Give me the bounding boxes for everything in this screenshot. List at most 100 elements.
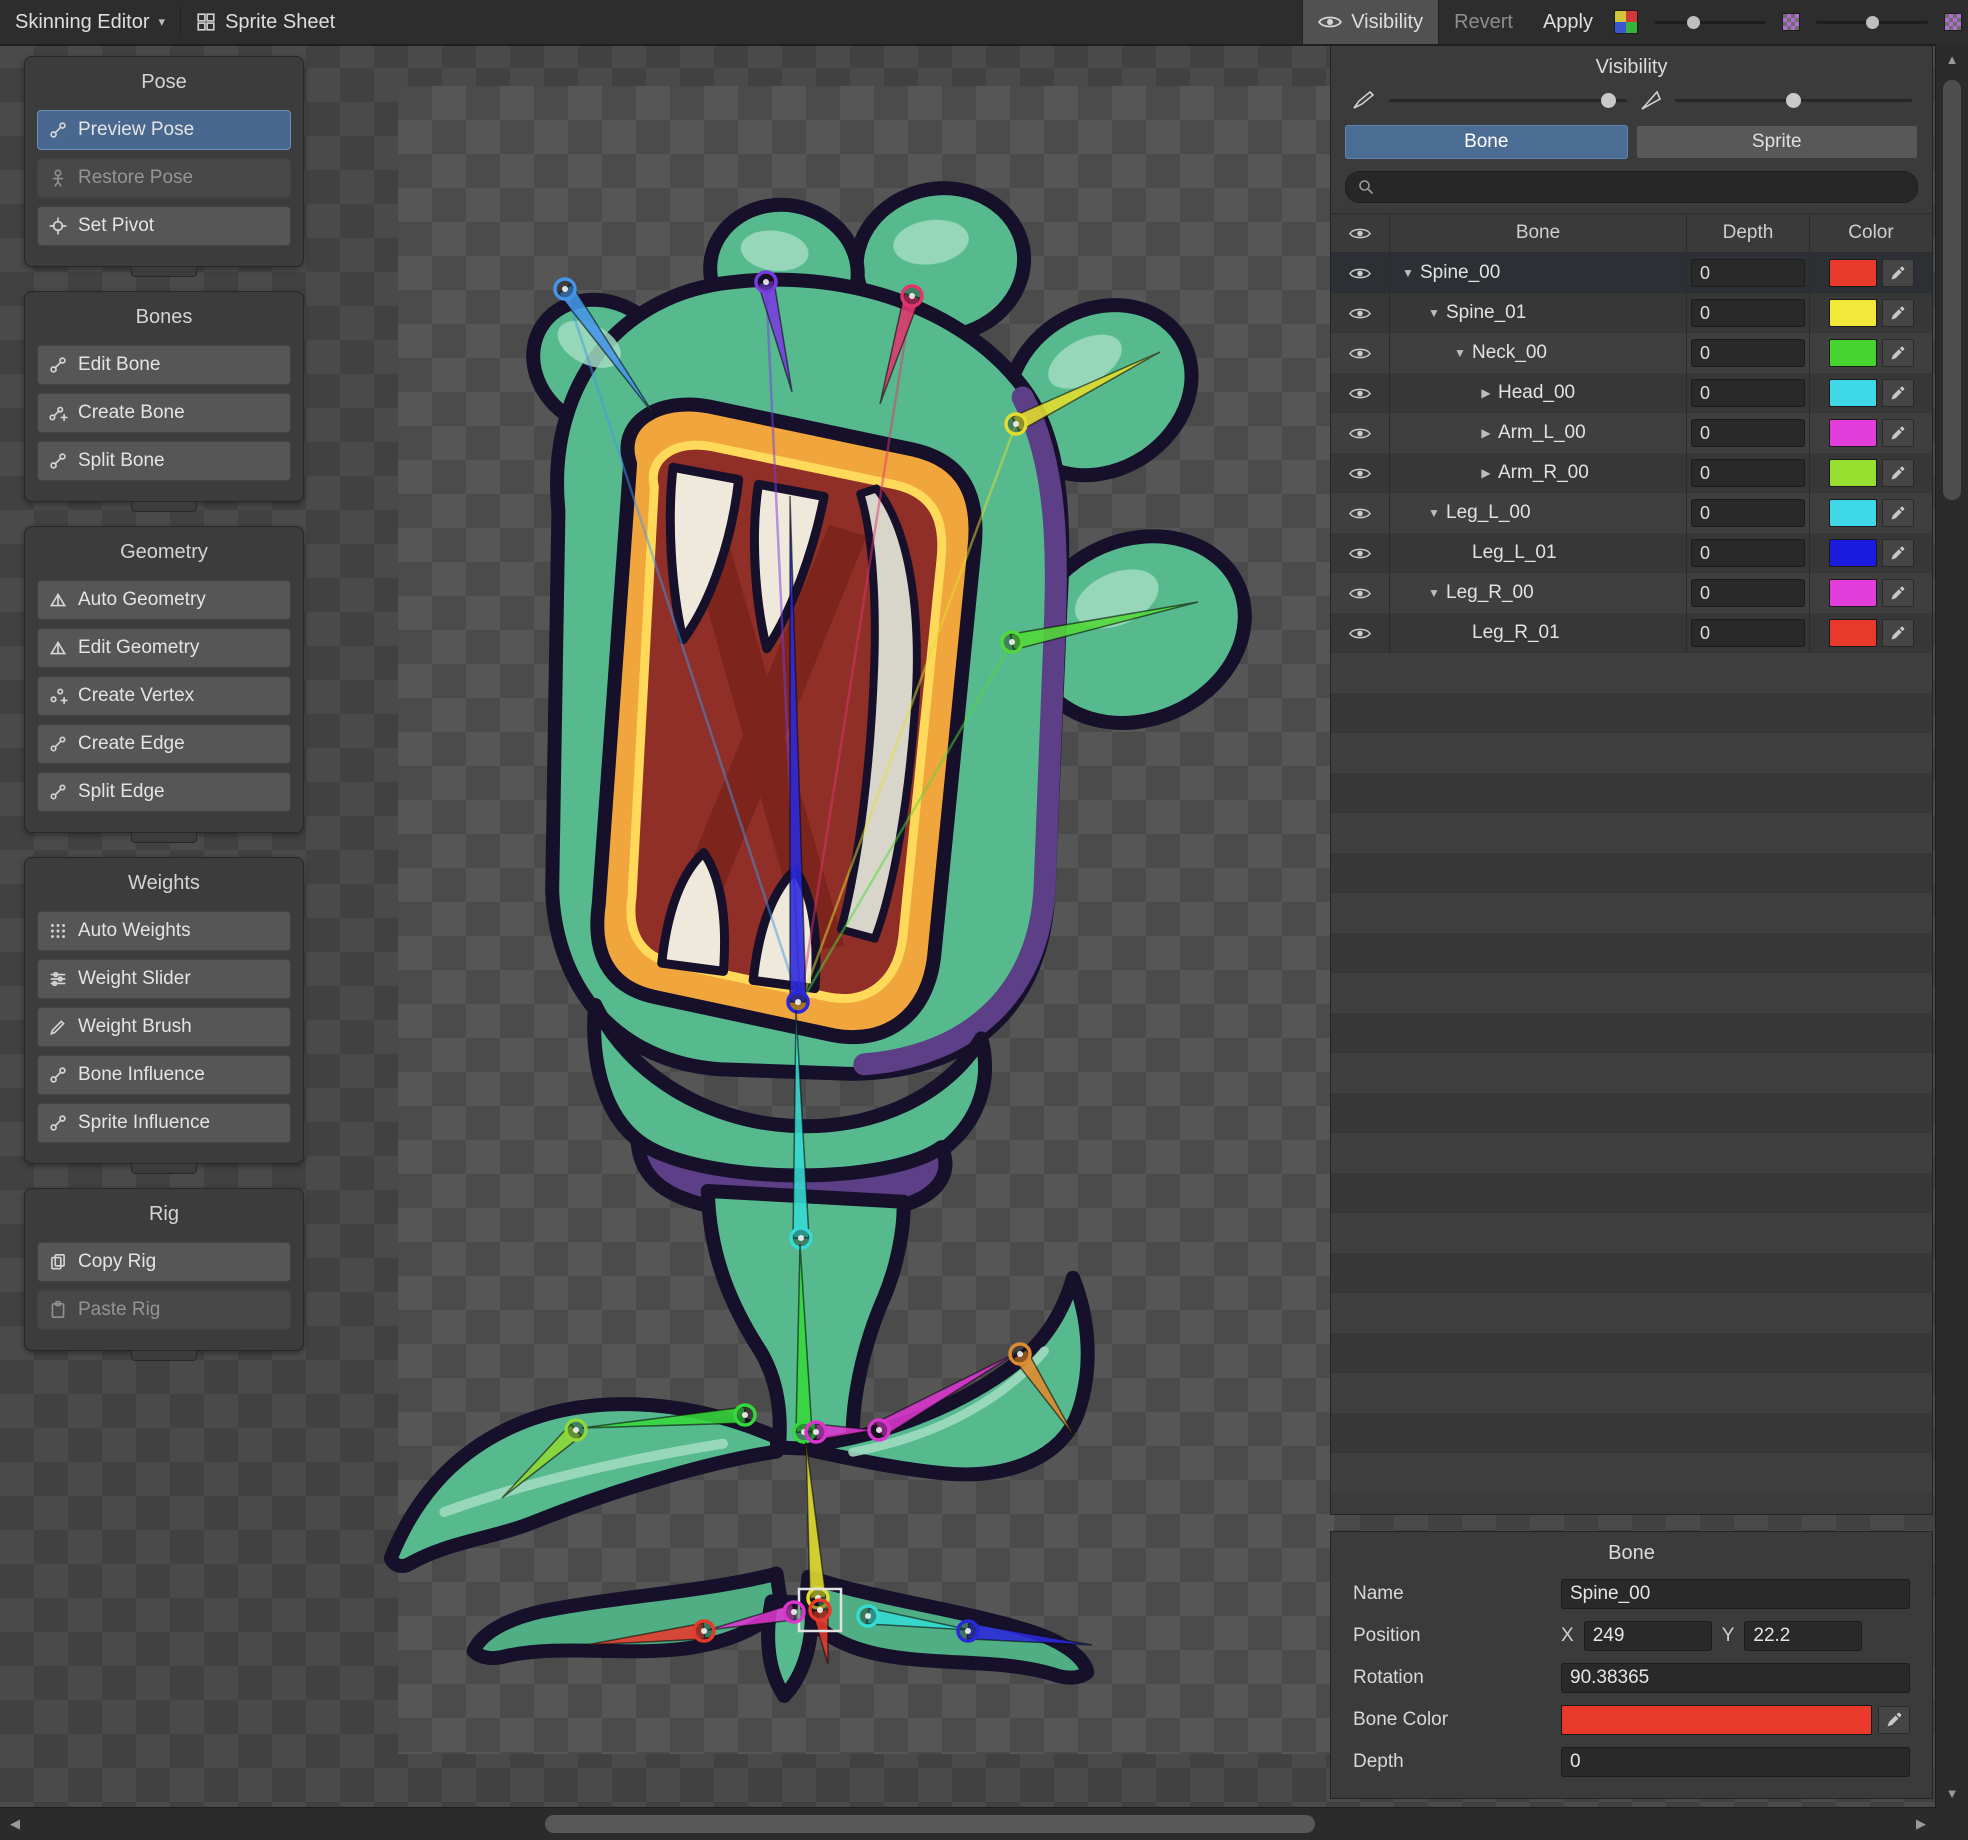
split-edge-button[interactable]: Split Edge	[37, 772, 291, 812]
sprite-opacity-slider[interactable]	[1816, 15, 1928, 29]
search-input[interactable]	[1382, 176, 1905, 199]
apply-button[interactable]: Apply	[1528, 0, 1608, 44]
horizontal-scrollbar[interactable]: ◀ ▶	[0, 1807, 1936, 1840]
depth-input[interactable]	[1691, 259, 1805, 287]
bone-name[interactable]: Head_00	[1498, 382, 1575, 404]
bone-name[interactable]: Leg_L_00	[1446, 502, 1531, 524]
panel-handle[interactable]	[131, 267, 197, 277]
create-edge-button[interactable]: Create Edge	[37, 724, 291, 764]
slider-thumb[interactable]	[1786, 93, 1801, 108]
bone-name-input[interactable]	[1561, 1579, 1910, 1609]
bone-row[interactable]: ▼ Spine_00	[1331, 253, 1932, 293]
auto-weights-button[interactable]: Auto Weights	[37, 911, 291, 951]
bone-name[interactable]: Leg_R_00	[1446, 582, 1534, 604]
eyedropper-button[interactable]	[1882, 339, 1914, 367]
expand-arrow[interactable]: ▼	[1422, 306, 1446, 320]
depth-input[interactable]	[1691, 539, 1805, 567]
search-box[interactable]	[1345, 171, 1918, 203]
tab-bone[interactable]: Bone	[1345, 125, 1628, 159]
scroll-right-arrow[interactable]: ▶	[1906, 1809, 1936, 1839]
tab-sprite[interactable]: Sprite	[1636, 125, 1919, 159]
depth-input[interactable]	[1691, 459, 1805, 487]
depth-input[interactable]	[1691, 619, 1805, 647]
set-pivot-button[interactable]: Set Pivot	[37, 206, 291, 246]
depth-input[interactable]	[1691, 379, 1805, 407]
position-y-input[interactable]	[1744, 1621, 1862, 1651]
expand-arrow[interactable]: ▼	[1422, 586, 1446, 600]
copy-rig-button[interactable]: Copy Rig	[37, 1242, 291, 1282]
bone-column-header[interactable]: Bone	[1389, 214, 1686, 252]
panel-handle[interactable]	[131, 1164, 197, 1174]
position-x-input[interactable]	[1584, 1621, 1712, 1651]
scroll-up-arrow[interactable]: ▲	[1937, 44, 1967, 74]
eyedropper-button[interactable]	[1882, 459, 1914, 487]
depth-input[interactable]	[1691, 299, 1805, 327]
bone-row[interactable]: ▶ Arm_R_00	[1331, 453, 1932, 493]
bone-row[interactable]: ▼ Spine_01	[1331, 293, 1932, 333]
depth-input[interactable]	[1691, 499, 1805, 527]
bone-row[interactable]: ▼ Leg_L_00	[1331, 493, 1932, 533]
weight-brush-button[interactable]: Weight Brush	[37, 1007, 291, 1047]
vertical-scroll-thumb[interactable]	[1943, 80, 1961, 500]
visibility-eye-icon[interactable]	[1349, 546, 1371, 561]
vertical-scrollbar[interactable]: ▲ ▼	[1935, 44, 1968, 1808]
expand-arrow[interactable]: ▼	[1396, 266, 1420, 280]
visibility-toggle-button[interactable]: Visibility	[1302, 0, 1439, 44]
bone-name[interactable]: Arm_L_00	[1498, 422, 1586, 444]
slider-thumb[interactable]	[1601, 93, 1616, 108]
panel-handle[interactable]	[131, 502, 197, 512]
expand-arrow[interactable]: ▶	[1474, 426, 1498, 440]
scroll-down-arrow[interactable]: ▼	[1937, 1778, 1967, 1808]
slider-thumb[interactable]	[1866, 16, 1879, 29]
panel-handle[interactable]	[131, 1351, 197, 1361]
depth-column-header[interactable]: Depth	[1686, 214, 1809, 252]
depth-input[interactable]	[1691, 419, 1805, 447]
sprite-sheet-button[interactable]: Sprite Sheet	[181, 0, 350, 44]
sprite-influence-button[interactable]: Sprite Influence	[37, 1103, 291, 1143]
bone-gizmo[interactable]	[806, 1442, 828, 1608]
expand-arrow[interactable]: ▼	[1448, 346, 1472, 360]
eyedropper-button[interactable]	[1882, 499, 1914, 527]
bone-color-swatch[interactable]	[1829, 379, 1877, 407]
depth-input[interactable]	[1691, 579, 1805, 607]
bone-row[interactable]: ▶ Arm_L_00	[1331, 413, 1932, 453]
visibility-eye-icon[interactable]	[1349, 506, 1371, 521]
bone-color-swatch[interactable]	[1829, 459, 1877, 487]
bone-name[interactable]: Arm_R_00	[1498, 462, 1589, 484]
expand-arrow[interactable]: ▶	[1474, 386, 1498, 400]
bone-row[interactable]: ▼ Neck_00	[1331, 333, 1932, 373]
bone-name[interactable]: Neck_00	[1472, 342, 1547, 364]
bone-name[interactable]: Spine_00	[1420, 262, 1500, 284]
visibility-eye-icon[interactable]	[1349, 306, 1371, 321]
skinning-editor-menu[interactable]: Skinning Editor ▾	[0, 0, 180, 44]
bone-row[interactable]: ▼ Leg_R_00	[1331, 573, 1932, 613]
expand-arrow[interactable]: ▶	[1474, 466, 1498, 480]
mesh-opacity-slider[interactable]	[1675, 92, 1913, 108]
bone-color-swatch[interactable]	[1829, 499, 1877, 527]
bone-row[interactable]: Leg_R_01	[1331, 613, 1932, 653]
bone-color-swatch[interactable]	[1829, 339, 1877, 367]
bone-color-swatch[interactable]	[1829, 299, 1877, 327]
mesh-overlay-icon[interactable]	[1782, 13, 1800, 31]
visibility-eye-icon[interactable]	[1349, 426, 1371, 441]
bone-opacity-slider[interactable]	[1654, 15, 1766, 29]
panel-handle[interactable]	[131, 833, 197, 843]
visibility-eye-icon[interactable]	[1349, 466, 1371, 481]
bone-depth-input[interactable]	[1561, 1747, 1910, 1777]
edit-geometry-button[interactable]: Edit Geometry	[37, 628, 291, 668]
revert-button[interactable]: Revert	[1439, 0, 1528, 44]
bone-name[interactable]: Leg_L_01	[1472, 542, 1557, 564]
visibility-eye-icon[interactable]	[1349, 386, 1371, 401]
rotation-input[interactable]	[1561, 1663, 1910, 1693]
bone-color-swatch[interactable]	[1829, 539, 1877, 567]
expand-arrow[interactable]: ▼	[1422, 506, 1446, 520]
bone-color-swatch[interactable]	[1829, 579, 1877, 607]
visibility-eye-icon[interactable]	[1349, 586, 1371, 601]
bone-color-swatch[interactable]	[1829, 259, 1877, 287]
eyedropper-button[interactable]	[1882, 379, 1914, 407]
paste-rig-button[interactable]: Paste Rig	[37, 1290, 291, 1330]
bone-name[interactable]: Spine_01	[1446, 302, 1526, 324]
eyedropper-button[interactable]	[1882, 619, 1914, 647]
create-bone-button[interactable]: Create Bone	[37, 393, 291, 433]
weight-slider-button[interactable]: Weight Slider	[37, 959, 291, 999]
